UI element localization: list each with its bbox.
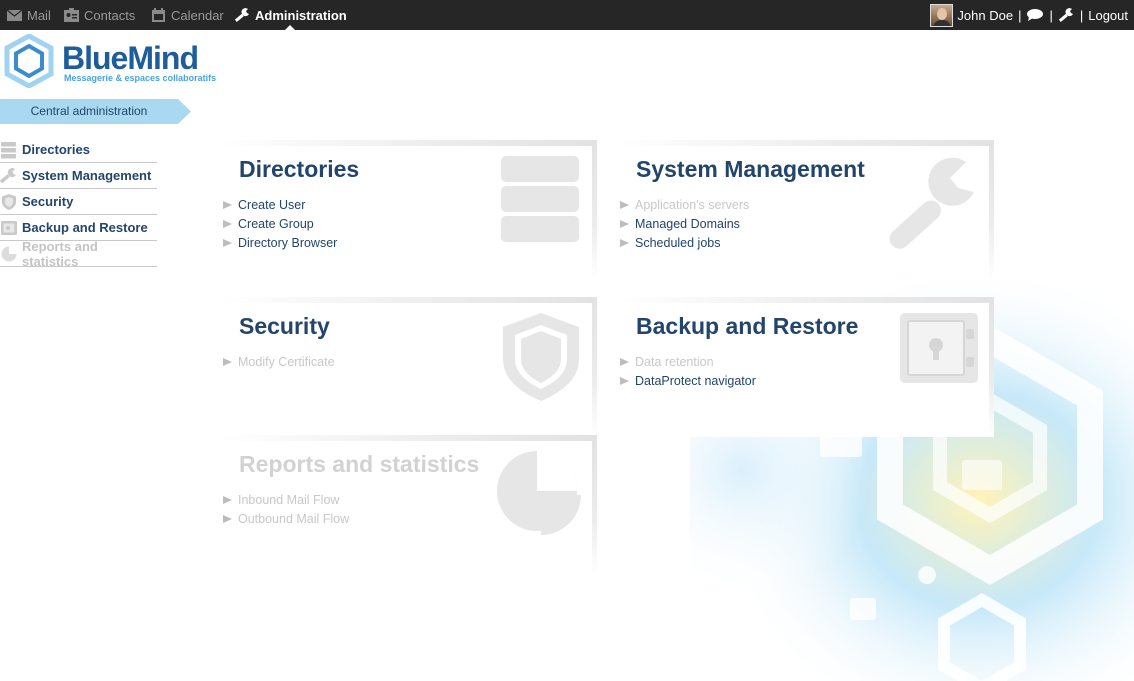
card-links: Data retention DataProtect navigator [618, 352, 756, 390]
separator: | [1079, 7, 1084, 23]
nav-calendar[interactable]: Calendar [150, 0, 224, 30]
avatar[interactable] [930, 3, 954, 27]
directories-icon [501, 156, 579, 242]
wrench-icon [889, 157, 974, 249]
ribbon-label: Central administration [30, 104, 148, 118]
link-outbound-mail-flow[interactable]: Outbound Mail Flow [221, 509, 349, 528]
directories-icon [0, 141, 18, 159]
mail-icon [6, 7, 23, 23]
card-security: Security Modify Certificate [221, 297, 597, 437]
separator: | [1049, 7, 1053, 23]
wrench-icon [0, 167, 18, 185]
arrow-bullet-icon [223, 514, 232, 523]
link-directory-browser[interactable]: Directory Browser [221, 233, 337, 252]
arrow-bullet-icon [620, 357, 629, 366]
link-managed-domains[interactable]: Managed Domains [618, 214, 749, 233]
link-label: Outbound Mail Flow [238, 511, 350, 526]
link-label: Data retention [635, 354, 714, 369]
card-links: Inbound Mail Flow Outbound Mail Flow [221, 490, 349, 528]
user-tools: John Doe | | | Logout [930, 0, 1128, 30]
link-scheduled-jobs[interactable]: Scheduled jobs [618, 233, 749, 252]
calendar-icon [150, 7, 167, 23]
bluemind-logo[interactable]: BlueMind Messagerie & espaces collaborat… [2, 34, 216, 88]
sidebar-item-label: Reports and statistics [22, 238, 98, 269]
logo-hexagon-icon [4, 34, 54, 88]
pie-chart-icon [497, 451, 581, 535]
link-label: Create Group [238, 216, 314, 231]
logo-tagline: Messagerie & espaces collaboratifs [64, 73, 217, 83]
arrow-bullet-icon [620, 238, 629, 247]
arrow-bullet-icon [223, 219, 232, 228]
safe-icon [900, 313, 978, 383]
arrow-bullet-icon [620, 200, 629, 209]
link-label: Modify Certificate [238, 354, 335, 369]
sidebar-item-label: Security [22, 194, 74, 209]
central-administration-ribbon[interactable]: Central administration [0, 99, 191, 124]
link-label: Inbound Mail Flow [238, 492, 340, 507]
wrench-icon [234, 7, 251, 23]
card-title[interactable]: Backup and Restore [636, 313, 858, 340]
chat-icon[interactable] [1026, 8, 1044, 22]
link-create-group[interactable]: Create Group [221, 214, 337, 233]
card-links: Application's servers Managed Domains Sc… [618, 195, 749, 252]
card-title[interactable]: Security [239, 313, 330, 340]
arrow-bullet-icon [620, 219, 629, 228]
shield-icon [0, 193, 18, 211]
link-data-retention[interactable]: Data retention [618, 352, 756, 371]
link-label: Directory Browser [238, 235, 338, 250]
card-backup-restore: Backup and Restore Data retention DataPr… [618, 297, 994, 437]
link-dataprotect-navigator[interactable]: DataProtect navigator [618, 371, 756, 390]
card-reports: Reports and statistics Inbound Mail Flow… [221, 435, 597, 575]
sidebar-item-reports[interactable]: Reports and statistics [0, 238, 157, 269]
card-links: Create User Create Group Directory Brows… [221, 195, 337, 252]
logout-button[interactable]: Logout [1088, 8, 1128, 23]
logo-name: BlueMind [62, 40, 199, 76]
nav-calendar-label: Calendar [171, 7, 224, 23]
link-label: DataProtect navigator [635, 373, 756, 388]
sidebar-item-label: Directories [22, 142, 90, 157]
pie-chart-icon [0, 245, 18, 263]
sidebar-item-security[interactable]: Security [0, 189, 157, 215]
contacts-icon [63, 7, 80, 23]
separator: | [1018, 7, 1022, 23]
card-system-management: System Management Application's servers … [618, 140, 994, 280]
link-inbound-mail-flow[interactable]: Inbound Mail Flow [221, 490, 349, 509]
arrow-bullet-icon [223, 200, 232, 209]
nav-mail-label: Mail [27, 7, 51, 23]
link-create-user[interactable]: Create User [221, 195, 337, 214]
sidebar-item-label: Backup and Restore [22, 220, 148, 235]
arrow-bullet-icon [223, 495, 232, 504]
card-links: Modify Certificate [221, 352, 335, 371]
shield-icon [503, 313, 579, 401]
top-navigation-bar: Mail Contacts Calendar Administration Jo… [0, 0, 1134, 30]
link-label: Create User [238, 197, 306, 212]
nav-mail[interactable]: Mail [6, 0, 51, 30]
card-directories: Directories Create User Create Group Dir… [221, 140, 597, 280]
settings-wrench-icon[interactable] [1058, 7, 1075, 23]
arrow-bullet-icon [223, 357, 232, 366]
sidebar-item-label: System Management [22, 168, 152, 183]
link-label: Application's servers [635, 197, 750, 212]
link-label: Managed Domains [635, 216, 740, 231]
nav-administration-label: Administration [255, 7, 347, 23]
sidebar-item-directories[interactable]: Directories [0, 137, 157, 163]
card-title[interactable]: System Management [636, 156, 865, 183]
link-application-servers[interactable]: Application's servers [618, 195, 749, 214]
sidebar-item-backup-restore[interactable]: Backup and Restore [0, 215, 157, 241]
arrow-bullet-icon [223, 238, 232, 247]
link-modify-certificate[interactable]: Modify Certificate [221, 352, 335, 371]
nav-administration[interactable]: Administration [234, 0, 347, 30]
nav-contacts[interactable]: Contacts [63, 0, 135, 30]
safe-icon [0, 219, 18, 237]
link-label: Scheduled jobs [635, 235, 721, 250]
nav-contacts-label: Contacts [84, 7, 136, 23]
arrow-bullet-icon [620, 376, 629, 385]
card-title: Reports and statistics [239, 451, 480, 477]
card-title[interactable]: Directories [239, 156, 359, 183]
sidebar-menu: Directories System Management Security B… [0, 137, 157, 269]
sidebar-item-system-management[interactable]: System Management [0, 163, 157, 189]
user-name[interactable]: John Doe [957, 8, 1013, 23]
